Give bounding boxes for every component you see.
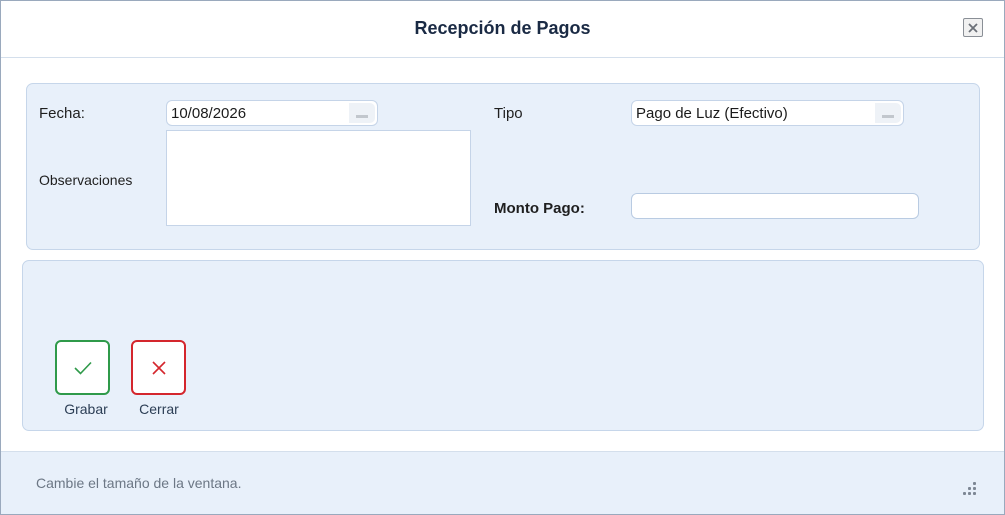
monto-input[interactable] xyxy=(631,193,919,219)
save-button[interactable] xyxy=(55,340,110,395)
dropdown-arrow-icon[interactable] xyxy=(349,103,375,123)
status-text: Cambie el tamaño de la ventana. xyxy=(36,475,242,491)
close-icon xyxy=(968,22,978,33)
cancel-button[interactable] xyxy=(131,340,186,395)
payment-dialog: Recepción de Pagos Fecha: 10/08/2026 Obs… xyxy=(0,0,1005,515)
save-button-label: Grabar xyxy=(64,401,108,417)
fecha-value: 10/08/2026 xyxy=(171,105,247,122)
observaciones-label: Observaciones xyxy=(39,172,133,188)
status-bar: Cambie el tamaño de la ventana. xyxy=(1,451,1004,514)
tipo-label: Tipo xyxy=(494,105,523,122)
fecha-date-picker[interactable]: 10/08/2026 xyxy=(166,100,378,126)
tipo-select[interactable]: Pago de Luz (Efectivo) xyxy=(631,100,904,126)
close-window-button[interactable] xyxy=(963,18,983,37)
check-icon xyxy=(73,361,92,375)
x-icon xyxy=(151,360,166,375)
resize-grip-icon[interactable] xyxy=(963,482,979,498)
cancel-button-label: Cerrar xyxy=(139,401,179,417)
dialog-title: Recepción de Pagos xyxy=(414,18,591,38)
monto-label: Monto Pago: xyxy=(494,200,585,217)
fecha-label: Fecha: xyxy=(39,105,85,122)
tipo-value: Pago de Luz (Efectivo) xyxy=(636,105,788,122)
observaciones-textarea[interactable] xyxy=(166,130,471,226)
dialog-titlebar: Recepción de Pagos xyxy=(1,1,1004,58)
dropdown-arrow-icon[interactable] xyxy=(875,103,901,123)
